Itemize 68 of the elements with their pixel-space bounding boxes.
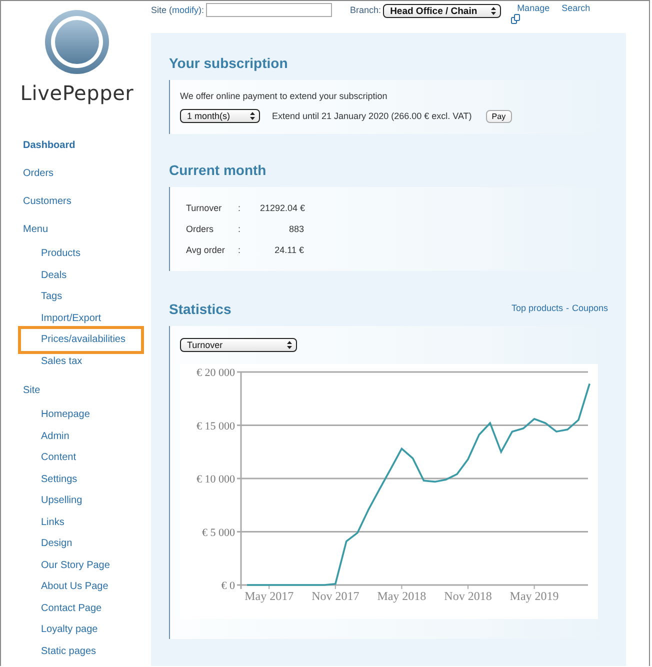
- section-title: Your subscription: [169, 55, 289, 71]
- manage-link[interactable]: Manage: [517, 3, 550, 13]
- x-tick-label: May 2019: [510, 589, 559, 603]
- sidebar-link[interactable]: Contact Page: [41, 598, 102, 619]
- extend-text: Extend until 21 January 2020 (266.00 € excl. VAT): [272, 111, 472, 121]
- stat-value: 21292.04 €: [260, 203, 304, 213]
- sidebar-link[interactable]: Menu: [23, 215, 48, 243]
- sidebar-link[interactable]: Links: [41, 512, 64, 533]
- sidebar-link[interactable]: About Us Page: [41, 576, 108, 598]
- y-tick-label: € 20 000: [196, 367, 235, 379]
- branch-select[interactable]: Head Office / Chain: [383, 4, 502, 18]
- site-label-suffix: ):: [198, 5, 204, 15]
- x-tick: [268, 584, 270, 590]
- search-link[interactable]: Search: [562, 3, 590, 13]
- branch-label: Branch:: [350, 5, 382, 15]
- x-tick-label: Nov 2017: [312, 589, 360, 603]
- stat-label: Turnover: [186, 203, 223, 213]
- y-tick-label: € 10 000: [196, 474, 235, 486]
- x-tick-label: Nov 2018: [444, 589, 492, 603]
- sidebar-link[interactable]: Admin: [41, 426, 70, 447]
- y-tick-label: € 5 000: [202, 526, 235, 539]
- logo-text: LivePepper: [20, 81, 134, 105]
- payment-intro-text: We offer online payment to extend your subscription: [180, 91, 388, 101]
- top-products-link[interactable]: Top products: [511, 302, 563, 312]
- sidebar-link[interactable]: Tags: [41, 286, 62, 308]
- logo-icon: [44, 9, 110, 75]
- section-title: Current month: [169, 162, 268, 178]
- stat-label: Orders: [186, 224, 215, 234]
- sidebar-link[interactable]: Orders: [23, 159, 54, 187]
- sidebar-link[interactable]: Our Story Page: [41, 554, 110, 576]
- sidebar-link[interactable]: Design: [41, 533, 72, 554]
- dropdown-arrows-icon: [491, 7, 496, 15]
- y-tick-label: € 15 000: [196, 420, 235, 432]
- sidebar-link[interactable]: Customers: [23, 187, 72, 215]
- x-tick-label: May 2017: [244, 589, 294, 603]
- sidebar-link[interactable]: Static pages: [41, 640, 96, 662]
- site-label: Site (: [151, 5, 172, 15]
- sidebar-link[interactable]: Settings: [41, 468, 78, 490]
- modify-link[interactable]: modify: [172, 5, 199, 15]
- metric-select[interactable]: Turnover: [180, 338, 297, 352]
- x-tick-label: May 2018: [377, 589, 426, 603]
- sidebar-link[interactable]: Import/Export: [41, 308, 102, 329]
- dropdown-arrows-icon: [250, 112, 255, 120]
- sidebar-link[interactable]: Products: [41, 243, 80, 264]
- section-title: Statistics: [169, 301, 232, 317]
- sidebar-link[interactable]: Loyalty page: [41, 619, 98, 640]
- stat-value: 883: [288, 224, 304, 234]
- duration-select[interactable]: 1 month(s): [180, 109, 260, 123]
- pay-button[interactable]: Pay: [486, 110, 512, 122]
- copy-icon: [511, 14, 522, 24]
- site-input[interactable]: [206, 3, 332, 17]
- sidebar-link[interactable]: Sales tax: [41, 350, 82, 372]
- link-separator: -: [566, 302, 569, 312]
- sidebar-link[interactable]: Homepage: [41, 404, 90, 426]
- sidebar-link[interactable]: Deals: [41, 264, 67, 286]
- stat-separator: :: [238, 245, 242, 255]
- stat-separator: :: [238, 203, 242, 213]
- y-tick-label: € 0: [221, 580, 235, 592]
- sidebar-link[interactable]: Dashboard: [23, 131, 76, 159]
- coupons-link[interactable]: Coupons: [572, 302, 608, 312]
- sidebar-link[interactable]: Site: [23, 376, 40, 404]
- stat-separator: :: [238, 224, 242, 234]
- sidebar-link[interactable]: Upselling: [41, 490, 82, 512]
- sidebar-link[interactable]: Prices/availabilities: [21, 329, 141, 350]
- dropdown-arrows-icon: [287, 341, 292, 349]
- stat-label: Avg order: [186, 245, 226, 255]
- stat-value: 24.11 €: [274, 245, 304, 255]
- sidebar-link[interactable]: Content: [41, 447, 76, 468]
